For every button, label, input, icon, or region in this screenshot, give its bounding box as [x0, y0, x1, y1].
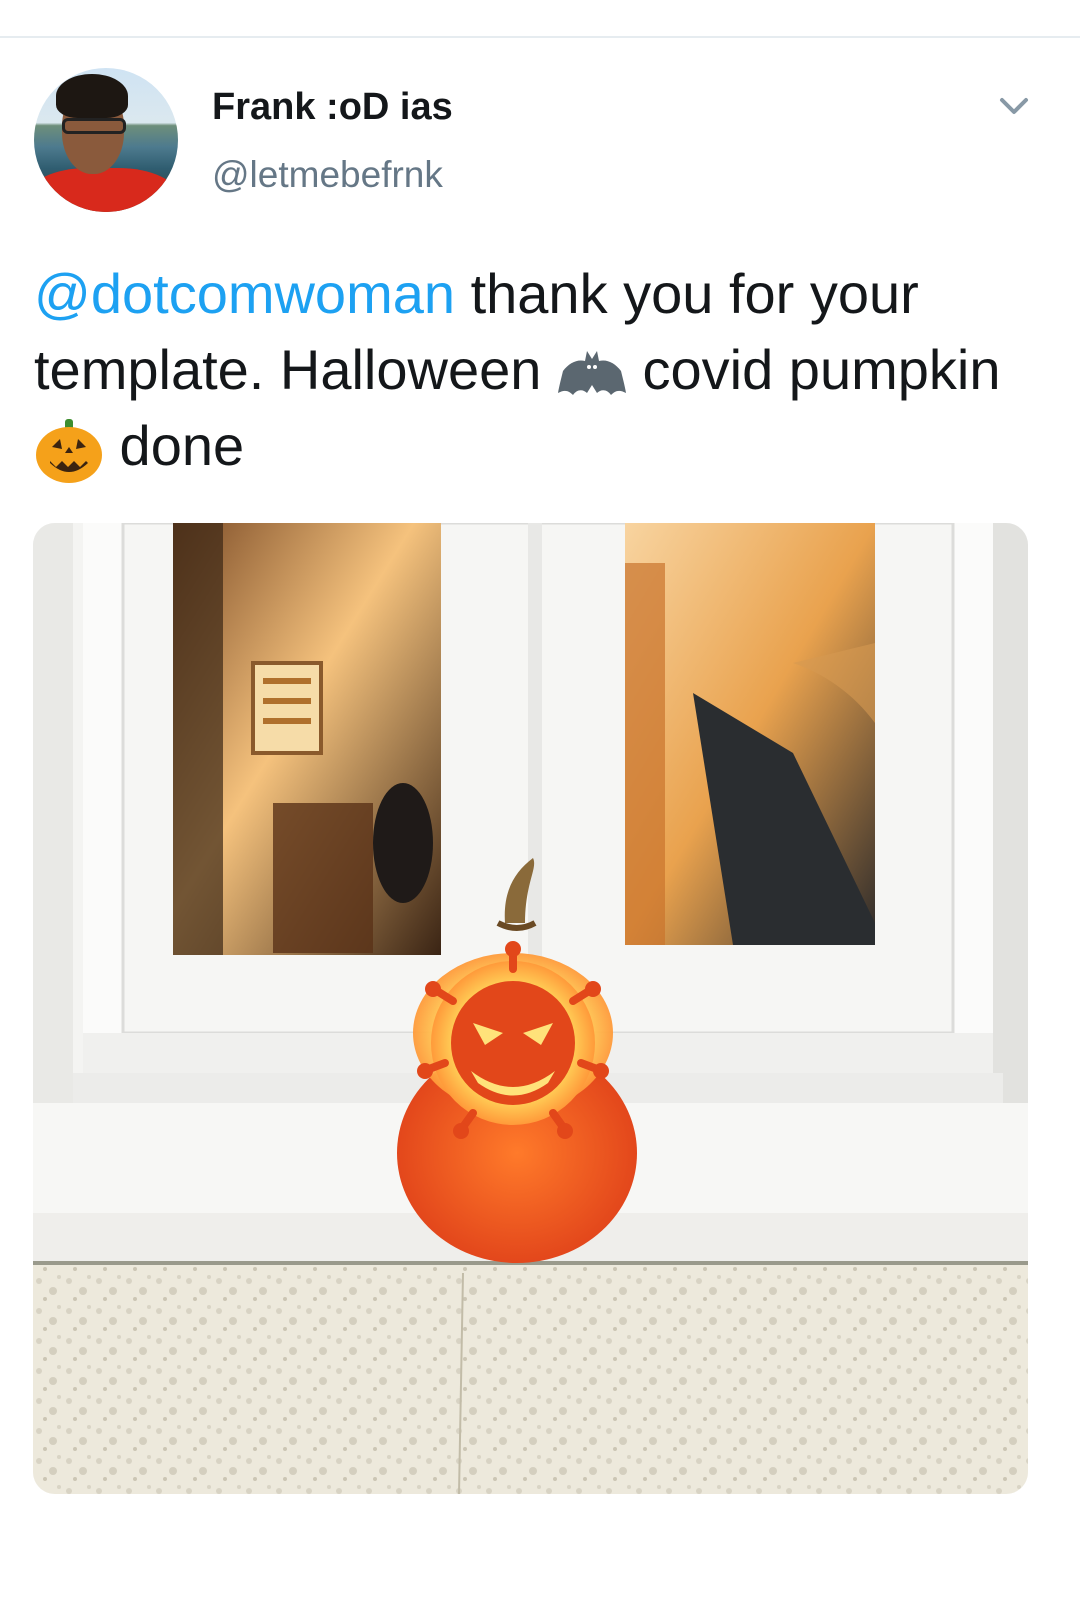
previous-tweet-cutoff: [0, 0, 1080, 36]
mention-link[interactable]: @dotcomwoman: [34, 262, 455, 325]
tweet-text: @dotcomwoman thank you for your template…: [34, 256, 1044, 485]
avatar-jacket: [34, 168, 178, 212]
author-display-name[interactable]: Frank :oD ias: [212, 86, 453, 129]
tweet-meta-cutoff: [0, 1520, 1080, 1560]
jack-o-lantern-emoji-icon: [36, 419, 102, 484]
divider: [0, 36, 1080, 38]
chevron-down-icon[interactable]: [996, 92, 1032, 120]
author-handle[interactable]: @letmebefrnk: [212, 154, 443, 196]
carved-pumpkin-photo: [33, 523, 1028, 1494]
avatar-glasses: [62, 118, 126, 134]
tweet-text-part2: covid pumpkin: [626, 338, 1001, 401]
avatar[interactable]: [34, 68, 178, 212]
tweet-photo[interactable]: [33, 523, 1028, 1494]
bat-emoji-icon: [557, 351, 626, 396]
tweet-text-part3: done: [104, 414, 245, 477]
avatar-hair: [56, 74, 128, 118]
